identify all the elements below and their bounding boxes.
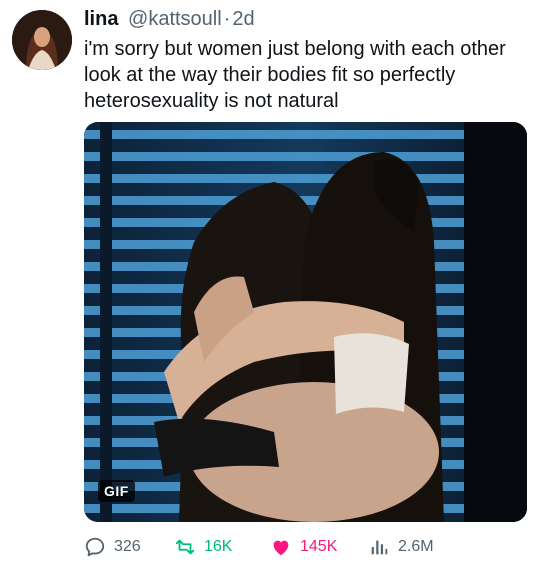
retweet-button[interactable]: 16K [174,533,232,561]
view-count: 2.6M [398,538,434,555]
tweet-header: lina @kattsoull · 2d [84,8,255,31]
separator: · [223,8,231,30]
retweet-count: 16K [204,538,233,555]
retweet-icon [175,539,195,555]
reply-button[interactable]: 326 [84,533,141,561]
heart-icon [273,540,289,556]
display-name[interactable]: lina [84,8,118,30]
tweet-line: heterosexuality is not natural [84,90,339,112]
views-button[interactable]: 2.6M [368,533,434,561]
timestamp[interactable]: 2d [232,8,254,30]
tweet-line: i'm sorry but women just belong with eac… [84,38,506,60]
gif-badge: GIF [98,480,135,502]
like-button[interactable]: 145K [270,533,337,561]
views-icon [371,540,388,555]
like-count: 145K [300,538,338,555]
reply-count: 326 [114,538,141,555]
gif-media[interactable]: GIF [84,122,527,522]
tweet-actions: 326 16K 145K 2.6M [84,533,524,561]
user-handle[interactable]: @kattsoull [128,8,222,30]
tweet-text: i'm sorry but women just belong with eac… [84,36,524,114]
tweet-line: look at the way their bodies fit so perf… [84,64,456,86]
gif-frame [84,122,527,522]
reply-icon [85,537,105,557]
avatar[interactable] [12,10,72,70]
